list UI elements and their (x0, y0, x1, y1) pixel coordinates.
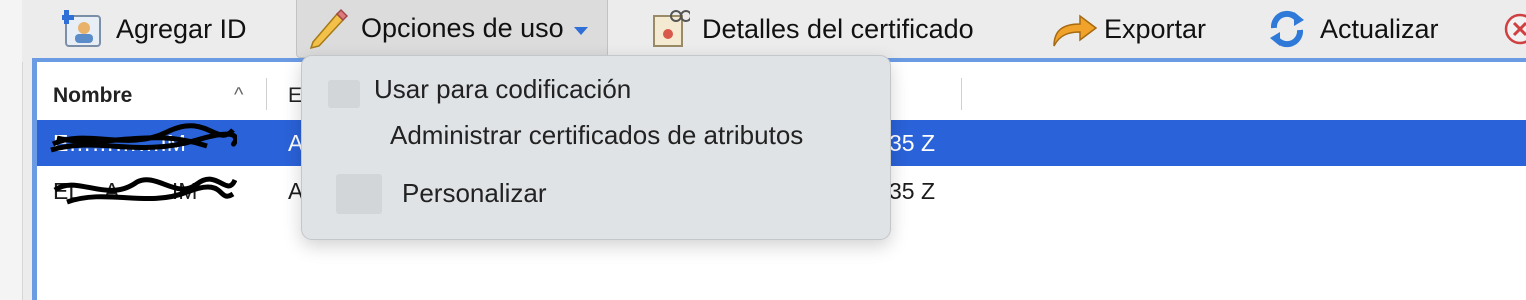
menu-item-label: Usar para codificación (374, 74, 632, 104)
usage-options-button[interactable]: Opciones de uso (296, 0, 608, 58)
menu-item-label: Personalizar (402, 178, 547, 208)
certificate-details-label: Detalles del certificado (702, 13, 974, 44)
usage-options-menu: Usar para codificación Administrar certi… (301, 55, 891, 240)
column-header-nombre[interactable]: Nombre (53, 84, 132, 108)
pencil-icon (307, 8, 349, 50)
certificate-icon (648, 8, 692, 50)
chevron-down-icon (573, 26, 588, 35)
usage-options-label: Opciones de uso (361, 13, 564, 43)
toolbar: Agregar ID Opciones de uso Detalles del … (22, 0, 1526, 62)
menu-item-label: Administrar certificados de atributos (390, 120, 804, 150)
refresh-label: Actualizar (1320, 13, 1439, 44)
refresh-button[interactable]: Actualizar (1266, 0, 1439, 58)
delete-button[interactable] (1500, 0, 1526, 58)
export-arrow-icon (1050, 8, 1098, 50)
lock-icon (328, 80, 360, 108)
add-id-label: Agregar ID (116, 13, 247, 44)
window-left-edge (0, 0, 23, 300)
certificate-details-button[interactable]: Detalles del certificado (648, 0, 974, 58)
export-label: Exportar (1104, 13, 1207, 44)
column-divider[interactable] (266, 78, 267, 110)
menu-item-customize[interactable]: Personalizar (302, 172, 890, 214)
add-id-icon (59, 8, 104, 50)
row-date-cell: 35 Z (889, 130, 936, 156)
menu-item-use-for-encryption[interactable]: Usar para codificación (302, 70, 890, 110)
refresh-icon (1266, 8, 1308, 50)
document-icon (336, 174, 382, 214)
row-date-cell: 35 Z (889, 178, 936, 204)
menu-item-manage-attribute-certificates[interactable]: Administrar certificados de atributos (302, 116, 890, 156)
delete-icon (1500, 8, 1526, 50)
redaction-scribble (53, 176, 237, 205)
redaction-scribble (50, 123, 237, 153)
column-divider[interactable] (961, 78, 962, 110)
column-header-e[interactable]: E (288, 84, 302, 108)
sort-ascending-icon[interactable]: ^ (234, 84, 243, 107)
add-id-button[interactable]: Agregar ID (59, 0, 247, 58)
export-button[interactable]: Exportar (1050, 0, 1206, 58)
